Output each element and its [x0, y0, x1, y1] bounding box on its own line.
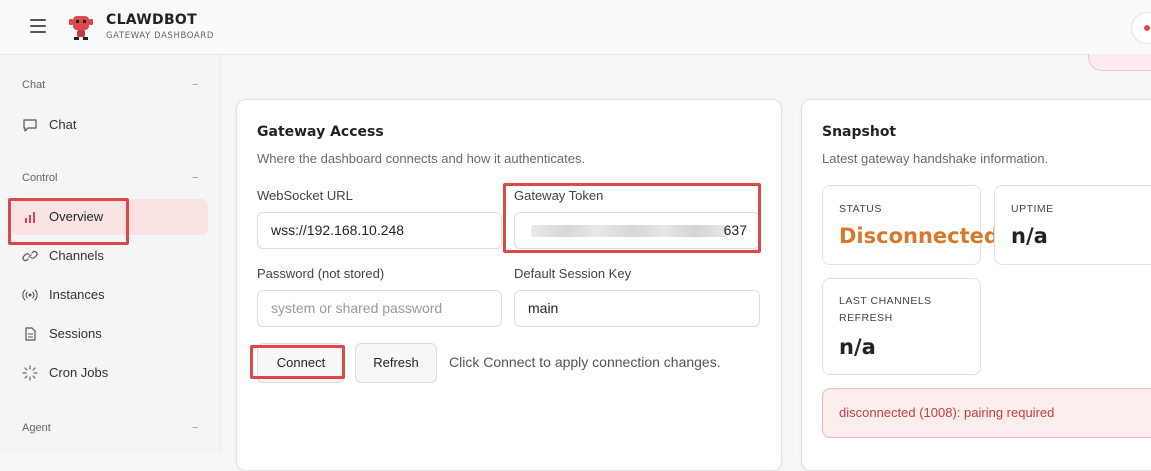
connect-button[interactable]: Connect: [257, 343, 345, 383]
connect-hint: Click Connect to apply connection change…: [449, 354, 721, 370]
chat-bubble-icon: [23, 119, 37, 132]
last-refresh-stat: LAST CHANNELS REFRESH n/a: [822, 278, 981, 375]
sidebar-item-label: Sessions: [49, 326, 102, 341]
websocket-url-label: WebSocket URL: [257, 188, 353, 203]
sidebar-item-label: Channels: [49, 248, 104, 263]
sidebar-item-cron-jobs[interactable]: Cron Jobs: [12, 355, 208, 391]
broadcast-icon: [22, 289, 38, 301]
sidebar-item-overview[interactable]: Overview: [12, 199, 208, 235]
status-pill: [1088, 54, 1151, 71]
sidebar: Chat − Chat Control − Overview Channels …: [0, 55, 221, 453]
snapshot-card: Snapshot Latest gateway handshake inform…: [801, 99, 1151, 471]
top-bar: CLAWDBOT GATEWAY DASHBOARD: [0, 0, 1151, 55]
card-title: Gateway Access: [257, 124, 384, 140]
stat-label: UPTIME: [1011, 203, 1054, 215]
link-icon: [22, 250, 38, 262]
card-title: Snapshot: [822, 124, 897, 140]
sidebar-item-channels[interactable]: Channels: [12, 238, 208, 274]
brand-subtitle: GATEWAY DASHBOARD: [106, 31, 214, 41]
uptime-stat: UPTIME n/a: [994, 185, 1151, 265]
gateway-access-card: Gateway Access Where the dashboard conne…: [236, 99, 782, 471]
menu-icon[interactable]: [30, 19, 46, 33]
sidebar-item-label: Overview: [49, 209, 104, 224]
section-label-control: Control: [22, 172, 58, 184]
stat-label: STATUS: [839, 203, 882, 215]
stat-value: Disconnected: [839, 224, 999, 248]
redacted-token: [531, 225, 727, 237]
connection-status-button[interactable]: [1131, 12, 1151, 44]
bar-chart-icon: [25, 212, 35, 223]
stat-value: n/a: [839, 335, 876, 359]
sidebar-item-label: Instances: [49, 287, 105, 302]
status-stat: STATUS Disconnected: [822, 185, 999, 265]
sidebar-item-label: Cron Jobs: [49, 365, 109, 380]
stat-value: n/a: [1011, 224, 1048, 248]
status-dot-icon: [1144, 25, 1150, 31]
session-key-label: Default Session Key: [514, 266, 632, 281]
sidebar-item-label: Chat: [49, 117, 77, 132]
section-collapse-chat[interactable]: −: [192, 79, 198, 91]
section-label-chat: Chat: [22, 79, 46, 91]
stat-label: LAST CHANNELS REFRESH: [839, 295, 932, 324]
loader-icon: [22, 365, 38, 381]
lobster-logo-icon: [69, 16, 93, 40]
document-icon: [25, 327, 36, 341]
sidebar-item-chat[interactable]: Chat: [12, 107, 208, 143]
gateway-token-label: Gateway Token: [514, 188, 604, 203]
brand-title: CLAWDBOT: [106, 12, 197, 28]
section-collapse-control[interactable]: −: [192, 172, 198, 184]
token-tail: 637: [723, 222, 747, 238]
card-subtitle: Where the dashboard connects and how it …: [257, 151, 586, 166]
gateway-token-input[interactable]: 637: [514, 212, 760, 249]
session-key-input[interactable]: main: [514, 290, 760, 327]
password-label: Password (not stored): [257, 266, 385, 281]
error-alert: disconnected (1008): pairing required: [822, 388, 1151, 438]
sidebar-item-instances[interactable]: Instances: [12, 277, 208, 313]
sidebar-item-sessions[interactable]: Sessions: [12, 316, 208, 352]
section-label-agent: Agent: [22, 422, 51, 434]
password-input[interactable]: system or shared password: [257, 290, 502, 327]
card-subtitle: Latest gateway handshake information.: [822, 151, 1049, 166]
websocket-url-input[interactable]: wss://192.168.10.248: [257, 212, 502, 249]
refresh-button[interactable]: Refresh: [355, 343, 437, 383]
alert-text: disconnected (1008): pairing required: [839, 405, 1055, 420]
section-collapse-agent[interactable]: −: [192, 422, 198, 434]
